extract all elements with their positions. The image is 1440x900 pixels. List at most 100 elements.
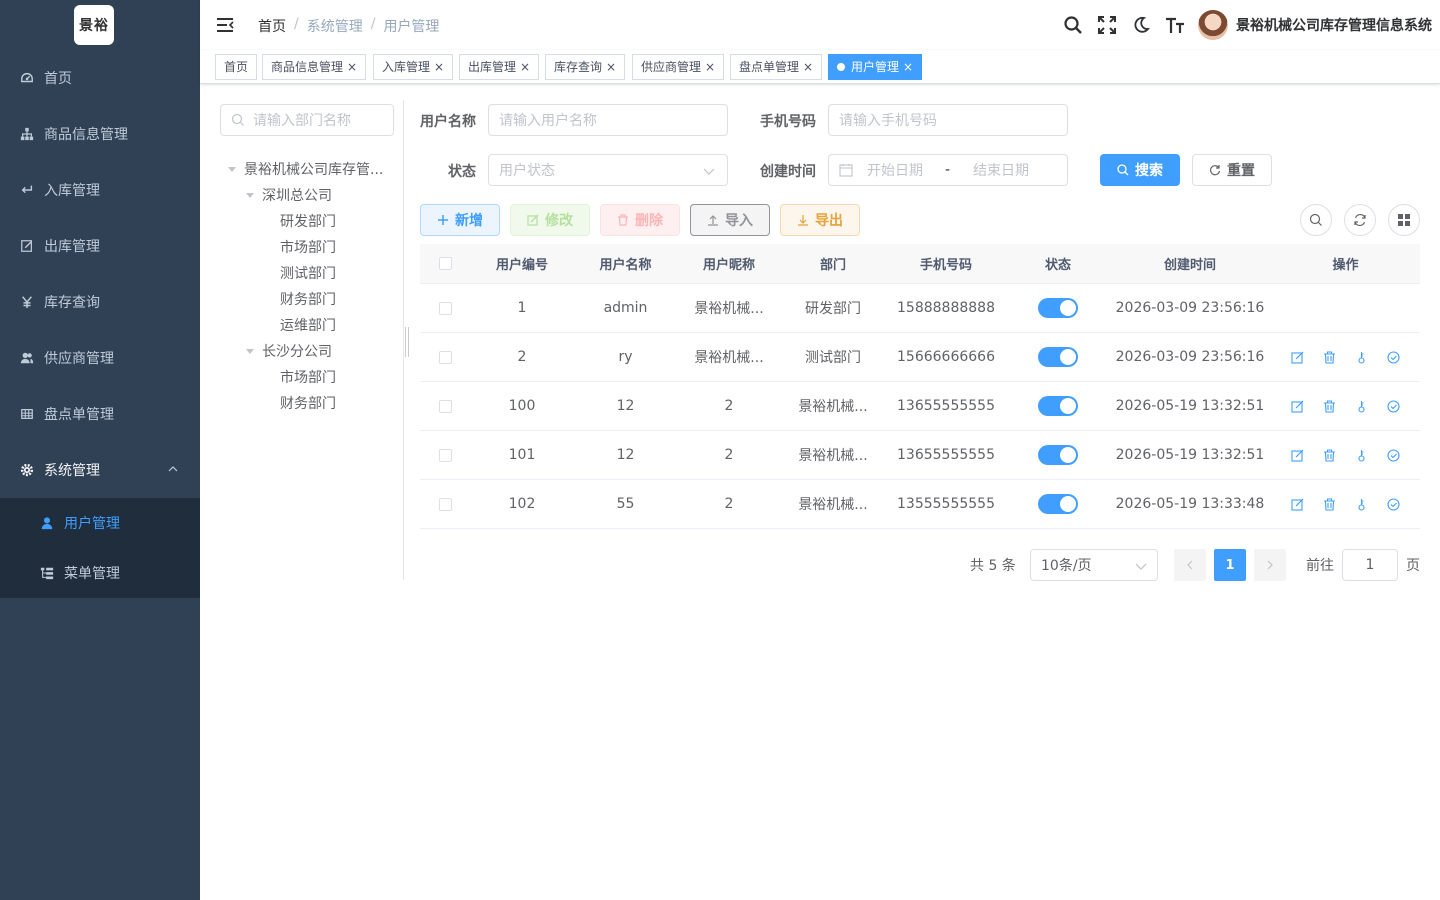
tree-node[interactable]: 市场部门 — [220, 234, 400, 260]
status-switch[interactable] — [1038, 396, 1078, 416]
logo[interactable]: 景裕 — [74, 5, 114, 45]
tree-node[interactable]: 市场部门 — [220, 364, 400, 390]
tag-stocktake[interactable]: 盘点单管理 × — [730, 54, 823, 80]
row-checkbox[interactable] — [438, 301, 452, 315]
col-user-name[interactable]: 用户名称 — [574, 254, 677, 273]
tag-user-management[interactable]: 用户管理 × — [828, 54, 923, 80]
status-switch[interactable] — [1038, 445, 1078, 465]
edit-icon[interactable] — [1290, 448, 1305, 462]
close-icon[interactable]: × — [434, 60, 444, 74]
col-nickname[interactable]: 用户昵称 — [677, 254, 781, 273]
tag-goods[interactable]: 商品信息管理 × — [262, 54, 367, 80]
status-switch[interactable] — [1038, 494, 1078, 514]
row-checkbox[interactable] — [438, 350, 452, 364]
refresh-button[interactable] — [1344, 204, 1376, 236]
sidebar-item-system[interactable]: 系统管理 — [0, 442, 200, 498]
key-icon[interactable] — [1355, 448, 1369, 462]
username-input[interactable]: 请输入用户名称 — [488, 104, 728, 136]
close-icon[interactable]: × — [347, 60, 357, 74]
trash-icon[interactable] — [1323, 497, 1337, 511]
tag-home[interactable]: 首页 — [215, 54, 258, 80]
edit-button[interactable]: 修改 — [510, 204, 590, 236]
circle-check-icon[interactable] — [1386, 399, 1401, 413]
col-status[interactable]: 状态 — [1007, 254, 1109, 273]
edit-icon[interactable] — [1290, 350, 1305, 364]
tag-stock-out[interactable]: 出库管理 × — [459, 54, 540, 80]
col-dept[interactable]: 部门 — [781, 254, 885, 273]
caret-down-icon[interactable] — [228, 166, 236, 172]
close-icon[interactable]: × — [520, 60, 530, 74]
add-button[interactable]: 新增 — [420, 204, 500, 236]
tree-node[interactable]: 财务部门 — [220, 390, 400, 416]
tag-inventory[interactable]: 库存查询 × — [545, 54, 626, 80]
sidebar-item-user-management[interactable]: 用户管理 — [0, 498, 200, 548]
sidebar-item-supplier[interactable]: 供应商管理 — [0, 330, 200, 386]
prev-page-button[interactable] — [1174, 549, 1206, 581]
status-switch[interactable] — [1038, 298, 1078, 318]
search-icon[interactable] — [1056, 0, 1090, 50]
toggle-search-button[interactable] — [1300, 204, 1332, 236]
font-size-icon[interactable] — [1158, 0, 1192, 50]
breadcrumb-system[interactable]: 系统管理 — [307, 16, 363, 36]
col-user-id[interactable]: 用户编号 — [470, 254, 574, 273]
row-checkbox[interactable] — [438, 399, 452, 413]
tag-stock-in[interactable]: 入库管理 × — [373, 54, 454, 80]
close-icon[interactable]: × — [606, 60, 616, 74]
trash-icon[interactable] — [1323, 350, 1337, 364]
key-icon[interactable] — [1355, 399, 1369, 413]
next-page-button[interactable] — [1254, 549, 1286, 581]
trash-icon[interactable] — [1323, 399, 1337, 413]
tree-node[interactable]: 景裕机械公司库存管... — [220, 156, 400, 182]
trash-icon[interactable] — [1323, 448, 1337, 462]
select-all-checkbox[interactable] — [438, 257, 452, 270]
col-phone[interactable]: 手机号码 — [885, 254, 1007, 273]
edit-icon[interactable] — [1290, 399, 1305, 413]
start-date-placeholder[interactable]: 开始日期 — [867, 160, 945, 180]
close-icon[interactable]: × — [803, 60, 813, 74]
end-date-placeholder[interactable]: 结束日期 — [973, 160, 1029, 180]
close-icon[interactable]: × — [903, 60, 913, 74]
fullscreen-icon[interactable] — [1090, 0, 1124, 50]
tree-node[interactable]: 财务部门 — [220, 286, 400, 312]
hamburger-icon[interactable] — [216, 16, 234, 34]
resize-handle[interactable] — [405, 327, 409, 357]
sidebar-item-goods[interactable]: 商品信息管理 — [0, 106, 200, 162]
tag-supplier[interactable]: 供应商管理 × — [632, 54, 725, 80]
export-button[interactable]: 导出 — [780, 204, 860, 236]
import-button[interactable]: 导入 — [690, 204, 770, 236]
sidebar-item-inventory[interactable]: 库存查询 — [0, 274, 200, 330]
caret-down-icon[interactable] — [246, 348, 254, 354]
caret-down-icon[interactable] — [246, 192, 254, 198]
reset-button[interactable]: 重置 — [1192, 154, 1272, 186]
status-select[interactable]: 用户状态 — [488, 154, 728, 186]
date-range-picker[interactable]: 开始日期 - 结束日期 — [828, 154, 1068, 186]
avatar[interactable] — [1198, 10, 1228, 40]
edit-icon[interactable] — [1290, 497, 1305, 511]
status-switch[interactable] — [1038, 347, 1078, 367]
close-icon[interactable]: × — [705, 60, 715, 74]
page-size-select[interactable]: 10条/页 — [1030, 549, 1158, 581]
sidebar-item-stock-out[interactable]: 出库管理 — [0, 218, 200, 274]
system-name[interactable]: 景裕机械公司库存管理信息系统 — [1236, 15, 1432, 35]
tree-node[interactable]: 长沙分公司 — [220, 338, 400, 364]
search-button[interactable]: 搜索 — [1100, 154, 1180, 186]
row-checkbox[interactable] — [438, 497, 452, 511]
tree-node[interactable]: 深圳总公司 — [220, 182, 400, 208]
goto-page-input[interactable]: 1 — [1342, 549, 1398, 581]
delete-button[interactable]: 删除 — [600, 204, 680, 236]
page-button-current[interactable]: 1 — [1214, 549, 1246, 581]
phone-input[interactable]: 请输入手机号码 — [828, 104, 1068, 136]
moon-icon[interactable] — [1124, 0, 1158, 50]
circle-check-icon[interactable] — [1386, 448, 1401, 462]
circle-check-icon[interactable] — [1386, 497, 1401, 511]
tree-node[interactable]: 测试部门 — [220, 260, 400, 286]
dept-search-input[interactable]: 请输入部门名称 — [220, 104, 394, 136]
sidebar-item-menu-management[interactable]: 菜单管理 — [0, 548, 200, 598]
sidebar-item-stock-in[interactable]: 入库管理 — [0, 162, 200, 218]
columns-button[interactable] — [1388, 204, 1420, 236]
sidebar-item-home[interactable]: 首页 — [0, 50, 200, 106]
col-create-time[interactable]: 创建时间 — [1109, 254, 1271, 273]
breadcrumb-home[interactable]: 首页 — [258, 16, 286, 36]
key-icon[interactable] — [1355, 497, 1369, 511]
sidebar-item-stocktake[interactable]: 盘点单管理 — [0, 386, 200, 442]
